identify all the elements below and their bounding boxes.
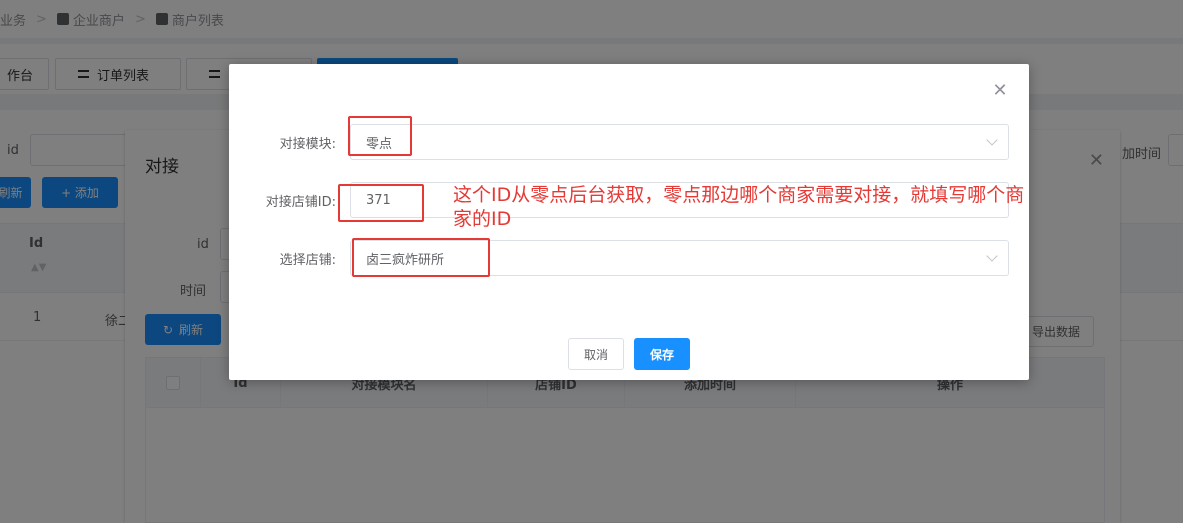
- store-row: 选择店铺: 卤三疯炸研所: [229, 240, 1029, 276]
- close-icon[interactable]: ✕: [991, 82, 1009, 100]
- store-value: 卤三疯炸研所: [366, 252, 445, 268]
- store-select[interactable]: 卤三疯炸研所: [350, 240, 1009, 276]
- annotation-note: 这个ID从零点后台获取，零点那边哪个商家需要对接，就填写哪个商家的ID: [453, 184, 1025, 230]
- module-label: 对接模块:: [279, 136, 336, 152]
- store-label: 选择店铺:: [279, 252, 336, 268]
- module-row: 对接模块: 零点: [229, 124, 1029, 160]
- module-value: 零点: [366, 136, 393, 152]
- store-id-label: 对接店铺ID:: [265, 194, 336, 210]
- cancel-button[interactable]: 取消: [568, 338, 624, 370]
- store-id-value: 371: [366, 192, 391, 208]
- save-button[interactable]: 保存: [634, 338, 690, 370]
- chevron-down-icon: [986, 250, 998, 262]
- chevron-down-icon: [986, 134, 998, 146]
- module-select[interactable]: 零点: [350, 124, 1009, 160]
